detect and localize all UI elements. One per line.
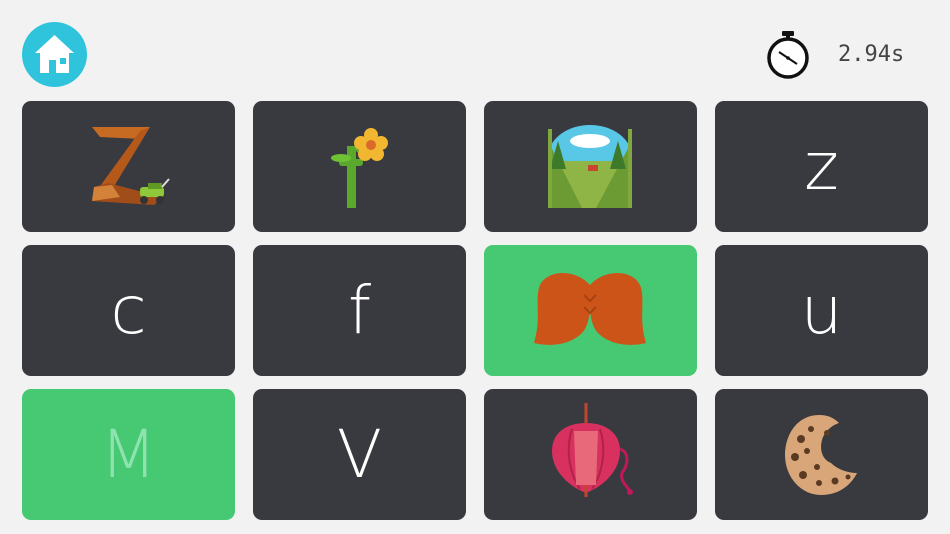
card-letter: V (336, 416, 383, 493)
card-umbrella-picture[interactable] (484, 389, 697, 520)
valley-landscape-image (548, 125, 632, 208)
card-mustache-picture[interactable] (484, 245, 697, 376)
card-letter: u (800, 272, 843, 349)
card-letter: z (804, 128, 839, 205)
flower-f-image (331, 128, 388, 208)
card-letter-f[interactable]: f (253, 245, 466, 376)
home-icon (35, 35, 74, 73)
home-button[interactable] (22, 22, 87, 87)
card-flower-picture[interactable] (253, 101, 466, 232)
card-letter: c (110, 272, 147, 349)
mustache-image (534, 273, 646, 345)
card-valley-picture[interactable] (484, 101, 697, 232)
card-letter-u[interactable]: u (715, 245, 928, 376)
card-zigzag-picture[interactable] (22, 101, 235, 232)
cookie-image (785, 415, 857, 495)
card-letter-m[interactable]: M (22, 389, 235, 520)
card-letter: M (100, 416, 157, 493)
stopwatch-icon (767, 31, 809, 79)
card-letter-v[interactable]: V (253, 389, 466, 520)
card-cookie-picture[interactable] (715, 389, 928, 520)
umbrella-image (552, 403, 633, 497)
card-letter: f (347, 272, 372, 349)
card-letter-c[interactable]: c (22, 245, 235, 376)
card-letter-z[interactable]: z (715, 101, 928, 232)
zigzag-lawnmower-image (92, 127, 170, 205)
timer-readout: 2.94s (838, 42, 905, 67)
card-grid: z c f u M V (22, 101, 928, 520)
